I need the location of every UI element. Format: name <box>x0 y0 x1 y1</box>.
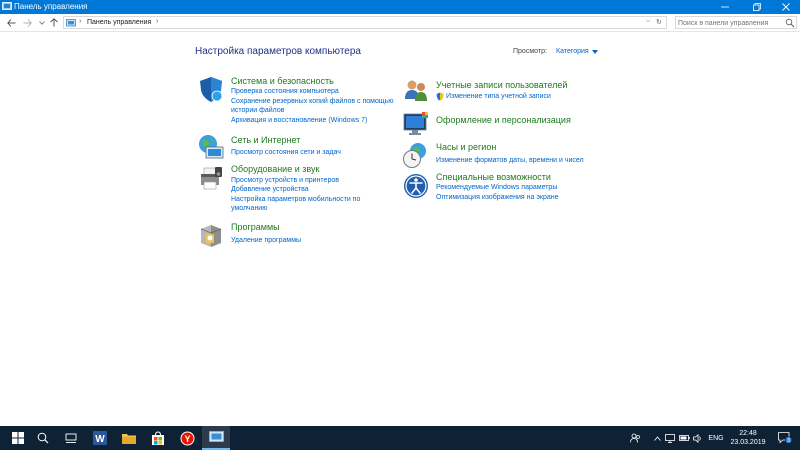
volume-tray-button[interactable] <box>692 426 704 450</box>
forward-arrow-icon <box>23 18 32 27</box>
category-title[interactable]: Часы и регион <box>436 142 496 152</box>
back-button[interactable] <box>6 17 16 28</box>
notification-icon: 3 <box>778 432 792 444</box>
input-language-indicator[interactable]: ENG <box>706 426 726 450</box>
shield-icon[interactable] <box>197 75 225 103</box>
link-change-account-type[interactable]: Изменение типа учетной записи <box>446 92 551 101</box>
navigation-bar: › Панель управления › ⌵ ↻ <box>0 14 800 32</box>
people-button[interactable] <box>628 426 642 450</box>
category-title[interactable]: Специальные возможности <box>436 172 551 182</box>
network-globe-icon[interactable] <box>197 133 225 161</box>
forward-button[interactable] <box>22 17 32 28</box>
start-button[interactable] <box>4 426 32 450</box>
link-check-computer-status[interactable]: Проверка состояния компьютера <box>231 87 339 96</box>
battery-icon <box>678 435 690 441</box>
chevron-down-icon <box>39 20 45 25</box>
link-network-status[interactable]: Просмотр состояния сети и задач <box>231 148 341 157</box>
category-title[interactable]: Система и безопасность <box>231 76 334 86</box>
recent-locations-button[interactable] <box>37 17 47 28</box>
breadcrumb-control-panel[interactable]: Панель управления <box>87 18 151 28</box>
link-recommended-settings[interactable]: Рекомендуемые Windows параметры <box>436 183 557 192</box>
folder-icon <box>122 434 136 444</box>
search-icon[interactable] <box>785 18 795 28</box>
search-taskbar-button[interactable] <box>29 426 57 450</box>
users-icon[interactable] <box>402 77 430 105</box>
people-icon <box>629 433 640 443</box>
task-view-button[interactable] <box>57 426 85 450</box>
search-box[interactable] <box>675 16 797 29</box>
file-explorer-taskbar-button[interactable] <box>115 426 143 450</box>
page-title: Настройка параметров компьютера <box>195 46 361 57</box>
minimize-icon <box>721 6 729 8</box>
clock-date: 23.03.2019 <box>730 439 766 446</box>
battery-tray-button[interactable] <box>678 426 690 450</box>
close-button[interactable] <box>771 0 800 14</box>
link-devices-printers[interactable]: Просмотр устройств и принтеров <box>231 176 339 185</box>
network-monitor-icon <box>665 433 675 443</box>
link-mobility-settings[interactable]: Настройка параметров мобильности по <box>231 195 360 204</box>
chevron-down-icon[interactable] <box>592 50 598 54</box>
clock-button[interactable]: 22:48 23.03.2019 <box>726 429 770 447</box>
programs-icon[interactable] <box>197 221 225 249</box>
link-optimize-display[interactable]: Оптимизация изображения на экране <box>436 193 559 202</box>
link-add-device[interactable]: Добавление устройства <box>231 185 309 194</box>
notification-count: 3 <box>787 438 790 444</box>
address-bar[interactable]: › Панель управления › ⌵ ↻ <box>63 16 667 29</box>
category-title[interactable]: Оформление и персонализация <box>436 115 571 125</box>
minimize-button[interactable] <box>710 0 740 14</box>
search-input[interactable] <box>678 18 782 28</box>
category-title[interactable]: Сеть и Интернет <box>231 135 300 145</box>
link-uninstall-program[interactable]: Удаление программы <box>231 236 301 245</box>
personalization-icon[interactable] <box>402 110 430 138</box>
store-taskbar-button[interactable] <box>144 426 172 450</box>
control-panel-icon <box>208 431 224 442</box>
up-arrow-icon <box>50 18 58 27</box>
maximize-button[interactable] <box>742 0 772 14</box>
link-file-history-backup-cont[interactable]: истории файлов <box>231 106 284 115</box>
taskbar: W Y ENG 22:48 23.03.2019 3 <box>0 426 800 450</box>
category-title[interactable]: Учетные записи пользователей <box>436 80 567 90</box>
network-tray-button[interactable] <box>664 426 676 450</box>
breadcrumb-separator: › <box>79 18 82 25</box>
title-bar: Панель управления <box>0 0 800 14</box>
store-bag-icon <box>152 431 164 445</box>
action-center-button[interactable]: 3 <box>776 426 794 450</box>
yandex-browser-icon: Y <box>180 431 194 445</box>
up-button[interactable] <box>49 17 59 28</box>
svg-text:Y: Y <box>184 434 190 444</box>
task-view-icon <box>65 433 77 443</box>
breadcrumb-separator[interactable]: › <box>156 18 158 25</box>
category-title[interactable]: Программы <box>231 222 280 232</box>
view-by-label: Просмотр: <box>513 48 547 55</box>
back-arrow-icon <box>6 18 15 27</box>
link-backup-restore-win7[interactable]: Архивация и восстановление (Windows 7) <box>231 116 367 125</box>
search-icon <box>37 432 49 444</box>
link-mobility-settings-cont[interactable]: умолчанию <box>231 204 267 213</box>
word-icon: W <box>93 431 107 445</box>
restore-icon <box>753 3 761 11</box>
view-by-dropdown[interactable]: Категория <box>556 48 589 55</box>
close-icon <box>782 3 790 11</box>
uac-shield-icon <box>436 92 444 101</box>
svg-text:W: W <box>95 434 105 445</box>
clock-globe-icon[interactable] <box>402 141 430 169</box>
chevron-up-icon <box>653 435 661 441</box>
printer-icon[interactable] <box>197 163 225 191</box>
control-panel-icon <box>66 19 76 27</box>
clock-time: 22:48 <box>739 430 757 437</box>
address-dropdown-icon[interactable]: ⌵ <box>646 18 651 25</box>
link-date-time-formats[interactable]: Изменение форматов даты, времени и чисел <box>436 156 584 165</box>
speaker-icon <box>693 433 701 443</box>
control-panel-taskbar-button[interactable] <box>202 426 230 450</box>
link-file-history-backup[interactable]: Сохранение резервных копий файлов с помо… <box>231 97 394 106</box>
category-title[interactable]: Оборудование и звук <box>231 164 319 174</box>
windows-logo-icon <box>12 432 24 444</box>
refresh-icon[interactable]: ↻ <box>656 18 662 26</box>
control-panel-icon <box>2 2 12 10</box>
window-title: Панель управления <box>14 2 88 11</box>
yandex-browser-taskbar-button[interactable]: Y <box>173 426 201 450</box>
word-taskbar-button[interactable]: W <box>86 426 114 450</box>
accessibility-icon[interactable] <box>402 172 430 200</box>
show-hidden-icons-button[interactable] <box>652 426 662 450</box>
